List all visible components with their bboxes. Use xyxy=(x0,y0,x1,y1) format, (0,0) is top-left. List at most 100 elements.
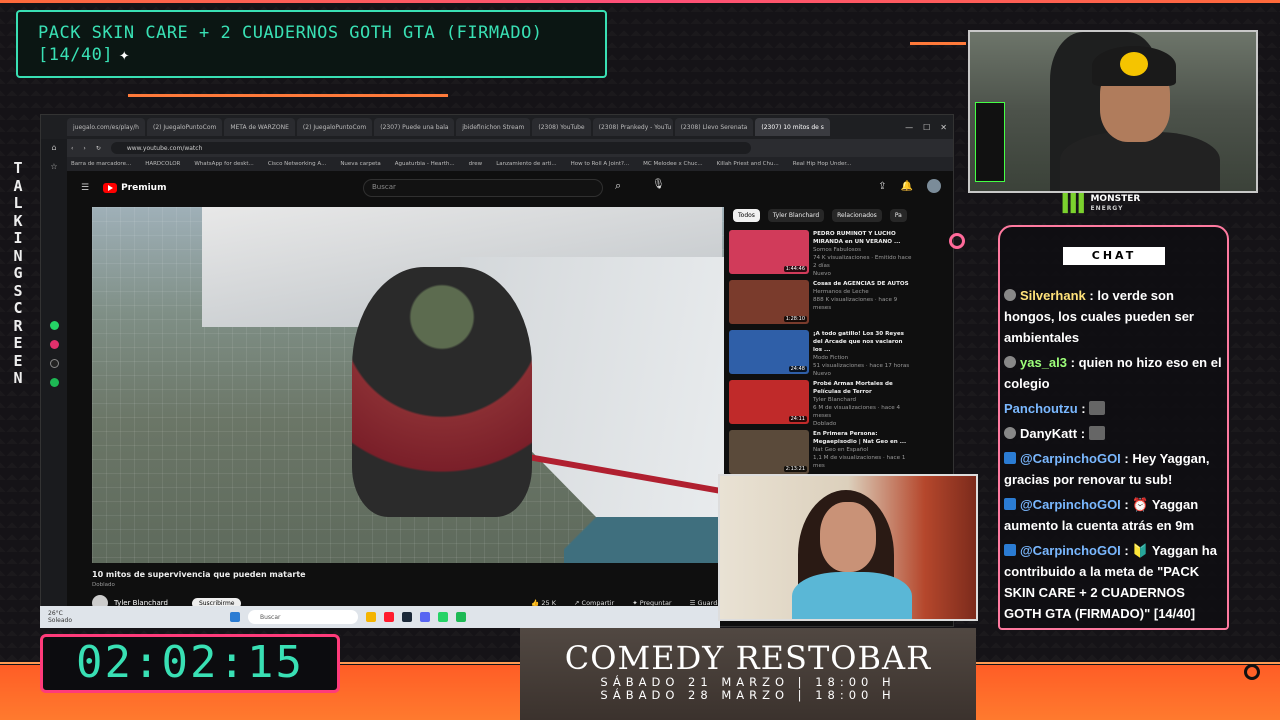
taskbar-search[interactable]: Buscar xyxy=(248,610,358,624)
spotify-icon[interactable] xyxy=(49,378,59,387)
steam-icon[interactable] xyxy=(402,612,412,622)
windows-taskbar: 26°C Soleado Buscar xyxy=(40,606,720,628)
streamer-webcam xyxy=(968,30,1258,193)
home-icon[interactable]: ⌂ xyxy=(51,143,56,152)
upload-icon[interactable]: ⇪ xyxy=(878,181,886,192)
related-video[interactable]: 1:44:46 PEDRO RUMINOT Y LUCHO MIRANDA en … xyxy=(729,230,925,280)
instagram-icon[interactable] xyxy=(49,340,59,349)
related-title: ¡A todo gatillo! Los 30 Reyes del Arcade… xyxy=(813,331,904,353)
side-letter: N xyxy=(13,246,23,265)
chat-username[interactable]: @CarpinchoGOI xyxy=(1020,451,1121,466)
filter-chip[interactable]: Todos xyxy=(733,209,760,222)
related-meta: Cosas de AGENCIAS DE AUTOS Hermanos de Le… xyxy=(813,280,913,330)
weather-temp: 26°C xyxy=(48,610,63,617)
whatsapp-icon[interactable] xyxy=(49,321,59,330)
video-thumbnail[interactable]: 2:13:21 xyxy=(729,430,809,474)
whatsapp-icon[interactable] xyxy=(438,612,448,622)
goal-text: PACK SKIN CARE + 2 CUADERNOS GOTH GTA (F… xyxy=(38,23,543,65)
related-video[interactable]: 24:48 ¡A todo gatillo! Los 30 Reyes del A… xyxy=(729,330,925,380)
maximize-icon[interactable]: ☐ xyxy=(923,123,930,132)
bookmark-item[interactable]: drew xyxy=(469,161,483,167)
spotify-icon[interactable] xyxy=(456,612,466,622)
bookmark-item[interactable]: WhatsApp for deskt... xyxy=(194,161,253,167)
related-title: PEDRO RUMINOT Y LUCHO MIRANDA en UN VERA… xyxy=(813,231,901,245)
browser-tab[interactable]: (2308) Prankedy - YouTu xyxy=(592,118,673,136)
chat-username[interactable]: @CarpinchoGOI xyxy=(1020,497,1121,512)
side-letter: C xyxy=(13,299,23,317)
chat-username[interactable]: Silverhank xyxy=(1020,288,1086,303)
browser-tab[interactable]: META de WARZONE xyxy=(224,118,295,136)
bookmark-item[interactable]: MC Melodee x Chuc... xyxy=(643,161,702,167)
url-field[interactable]: www.youtube.com/watch xyxy=(110,142,751,154)
related-channel: Somos Fabulosos xyxy=(813,247,861,253)
browser-tab[interactable]: (2) JuegaloPuntoCom xyxy=(296,118,373,136)
related-video[interactable]: 24:11 Probé Armas Mortales de Películas d… xyxy=(729,380,925,430)
related-stats: 1,1 M de visualizaciones · hace 1 mes xyxy=(813,455,906,469)
avatar[interactable] xyxy=(927,179,941,193)
youtube-logo[interactable]: Premium xyxy=(103,183,166,193)
chat-label: CHAT xyxy=(1063,247,1165,265)
related-video[interactable]: 2:13:21 En Primera Persona: Megaepisodio … xyxy=(729,430,925,480)
video-duration: 24:11 xyxy=(788,416,807,422)
video-thumbnail[interactable]: 24:48 xyxy=(729,330,809,374)
explorer-icon[interactable] xyxy=(366,612,376,622)
bookmark-item[interactable]: Killah Priest and Chu... xyxy=(717,161,779,167)
star-icon[interactable]: ☆ xyxy=(50,162,57,171)
browser-tab[interactable]: juegalo.com/es/play/h xyxy=(67,118,145,136)
microphone-icon[interactable]: 🎙 xyxy=(652,179,665,190)
bookmark-item[interactable]: HARDCOLOR xyxy=(145,161,180,167)
bookmark-item[interactable]: Nueva carpeta xyxy=(340,161,380,167)
guest-face xyxy=(820,502,876,572)
browser-tab[interactable]: (2308) YouTube xyxy=(532,118,591,136)
browser-tab[interactable]: (2307) 10 mitos de s xyxy=(755,118,830,136)
weather-widget[interactable]: 26°C Soleado xyxy=(48,610,72,624)
bookmark-item[interactable]: Aguaturbia - Hearth... xyxy=(395,161,455,167)
opera-icon[interactable] xyxy=(384,612,394,622)
video-player[interactable] xyxy=(92,207,724,563)
chat-badge-icon xyxy=(1004,289,1016,301)
discord-icon[interactable] xyxy=(420,612,430,622)
bookmark-item[interactable]: Barra de marcadore... xyxy=(71,161,131,167)
bookmark-item[interactable]: How to Roll A Joint?... xyxy=(571,161,630,167)
countdown-timer: 02:02:15 xyxy=(40,634,340,693)
video-thumbnail[interactable]: 1:44:46 xyxy=(729,230,809,274)
close-icon[interactable]: ✕ xyxy=(940,123,947,132)
chat-username[interactable]: DanyKatt xyxy=(1020,426,1077,441)
filter-chip[interactable]: Relacionados xyxy=(832,209,882,222)
notifications-icon[interactable]: 🔔 xyxy=(901,181,913,192)
chat-message: @CarpinchoGOI : ⏰ Yaggan aumento la cuen… xyxy=(1004,494,1226,536)
chat-badge-icon xyxy=(1004,427,1016,439)
related-meta: PEDRO RUMINOT Y LUCHO MIRANDA en UN VERA… xyxy=(813,230,913,280)
tiktok-icon[interactable] xyxy=(49,359,59,368)
youtube-search-input[interactable]: Buscar xyxy=(363,179,603,197)
browser-tab[interactable]: (2307) Puede una bala xyxy=(374,118,455,136)
bookmark-item[interactable]: Real Hip Hop Under... xyxy=(793,161,852,167)
windows-start-icon[interactable] xyxy=(230,612,240,622)
minimize-icon[interactable]: — xyxy=(905,123,913,132)
chat-message: yas_al3 : quien no hizo eso en el colegi… xyxy=(1004,352,1226,394)
chat-badge-icon xyxy=(1004,544,1016,556)
tab-bar: juegalo.com/es/play/h (2) JuegaloPuntoCom… xyxy=(41,115,953,139)
chat-username[interactable]: Panchoutzu xyxy=(1004,401,1078,416)
video-thumbnail[interactable]: 24:11 xyxy=(729,380,809,424)
filter-chip[interactable]: Pa xyxy=(889,209,907,222)
browser-tab[interactable]: (2308) Llevo Serenata xyxy=(674,118,754,136)
video-duration: 24:48 xyxy=(788,366,807,372)
back-icon[interactable]: ‹ xyxy=(71,145,73,152)
chat-username[interactable]: yas_al3 xyxy=(1020,355,1067,370)
youtube-play-icon xyxy=(103,183,118,193)
video-thumbnail[interactable]: 1:28:10 xyxy=(729,280,809,324)
chat-username[interactable]: @CarpinchoGOI xyxy=(1020,543,1121,558)
video-duration: 1:28:10 xyxy=(783,316,807,322)
browser-tab[interactable]: (2) JuegaloPuntoCom xyxy=(147,118,223,136)
bookmark-item[interactable]: Lanzamiento de arti... xyxy=(496,161,556,167)
browser-tab[interactable]: jbidefinichon Stream xyxy=(456,118,531,136)
search-icon[interactable]: ⌕ xyxy=(615,179,621,193)
related-video[interactable]: 1:28:10 Cosas de AGENCIAS DE AUTOS Hermano… xyxy=(729,280,925,330)
bookmark-item[interactable]: Cisco Networking A... xyxy=(268,161,327,167)
reload-icon[interactable]: ↻ xyxy=(96,145,101,152)
menu-icon[interactable]: ☰ xyxy=(81,183,89,193)
filter-chip[interactable]: Tyler Blanchard xyxy=(767,209,825,222)
forward-icon[interactable]: › xyxy=(83,145,85,152)
video-dub-label: Doblado xyxy=(92,582,115,588)
